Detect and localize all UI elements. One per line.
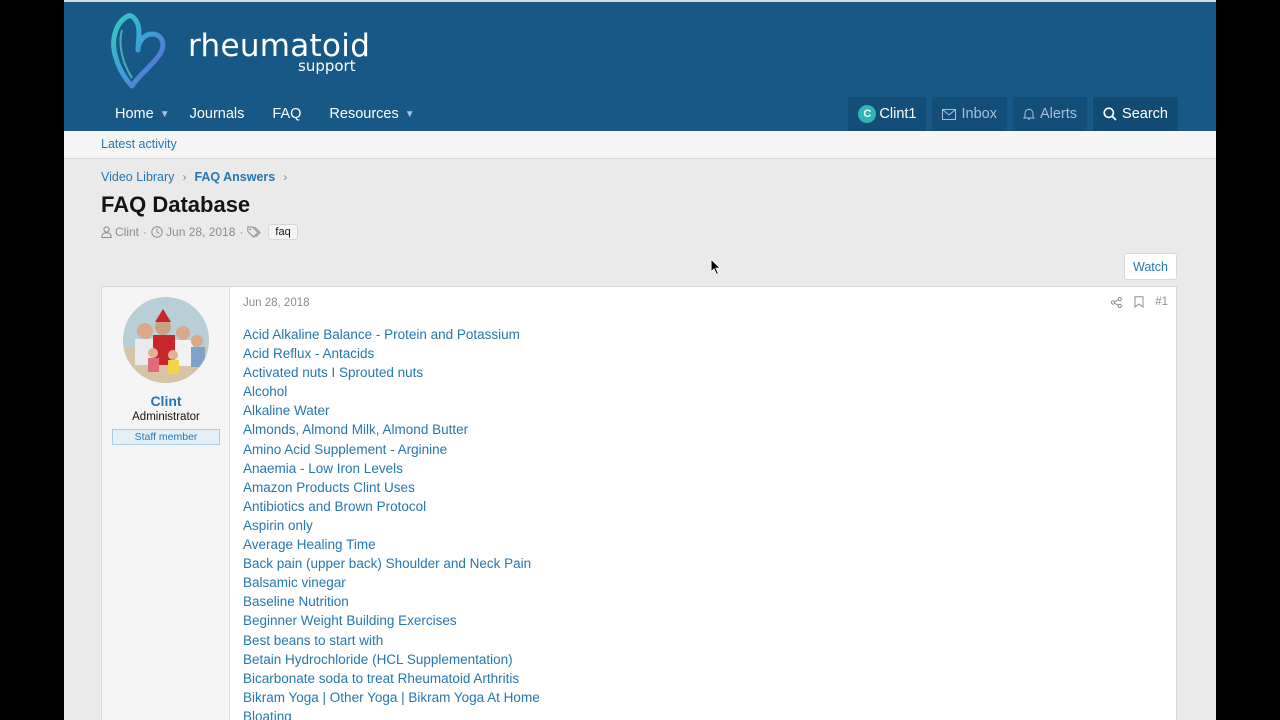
user-name[interactable]: Clint bbox=[102, 393, 230, 409]
account-username: Clint1 bbox=[879, 106, 917, 122]
tags-icon bbox=[247, 226, 262, 238]
meta-separator: · bbox=[239, 225, 244, 239]
faq-link[interactable]: Bikram Yoga | Other Yoga | Bikram Yoga A… bbox=[243, 688, 540, 707]
faq-link[interactable]: Alcohol bbox=[243, 382, 540, 401]
header-top-border bbox=[64, 0, 1216, 2]
app-window: rheumatoid support Home ▼ Journals FAQ R… bbox=[64, 0, 1216, 720]
logo-heart-icon bbox=[111, 13, 166, 89]
faq-link[interactable]: Amino Acid Supplement - Arginine bbox=[243, 440, 540, 459]
inbox-label: Inbox bbox=[961, 106, 997, 122]
nav-home-caret-icon[interactable]: ▼ bbox=[160, 109, 170, 120]
meta-separator: · bbox=[143, 225, 148, 239]
thread-meta: Clint · Jun 28, 2018 · faq bbox=[101, 224, 298, 240]
search-button[interactable]: Search bbox=[1093, 97, 1178, 131]
faq-link[interactable]: Alkaline Water bbox=[243, 401, 540, 420]
faq-link[interactable]: Amazon Products Clint Uses bbox=[243, 478, 540, 497]
post-number[interactable]: #1 bbox=[1155, 296, 1168, 308]
page-title: FAQ Database bbox=[101, 192, 251, 217]
bell-icon bbox=[1022, 108, 1035, 120]
inbox-button[interactable]: Inbox bbox=[932, 97, 1007, 131]
account-button[interactable]: C Clint1 bbox=[848, 97, 927, 131]
faq-link[interactable]: Best beans to start with bbox=[243, 631, 540, 650]
user-icon bbox=[101, 226, 112, 238]
nav-resources-caret-icon[interactable]: ▼ bbox=[405, 109, 415, 120]
faq-link[interactable]: Balsamic vinegar bbox=[243, 573, 540, 592]
search-label: Search bbox=[1122, 106, 1168, 122]
account-avatar: C bbox=[858, 105, 877, 123]
avatar-photo-icon bbox=[123, 297, 209, 383]
clock-icon bbox=[151, 226, 163, 238]
site-header: rheumatoid support Home ▼ Journals FAQ R… bbox=[64, 0, 1216, 131]
faq-link[interactable]: Back pain (upper back) Shoulder and Neck… bbox=[243, 554, 540, 573]
breadcrumb-chevron-icon: › bbox=[283, 170, 288, 184]
account-nav: C Clint1 Inbox Alerts Search bbox=[848, 97, 1178, 131]
post-actions: #1 bbox=[1099, 296, 1168, 308]
faq-link[interactable]: Bicarbonate soda to treat Rheumatoid Art… bbox=[243, 669, 540, 688]
envelope-icon bbox=[942, 108, 957, 120]
post-date[interactable]: Jun 28, 2018 bbox=[243, 297, 310, 309]
alerts-label: Alerts bbox=[1039, 106, 1078, 122]
thread-date[interactable]: Jun 28, 2018 bbox=[166, 225, 235, 239]
nav-home[interactable]: Home bbox=[101, 97, 168, 131]
thread-author[interactable]: Clint bbox=[115, 225, 139, 239]
faq-link[interactable]: Almonds, Almond Milk, Almond Butter bbox=[243, 420, 540, 439]
faq-link[interactable]: Activated nuts I Sprouted nuts bbox=[243, 363, 540, 382]
faq-link[interactable]: Beginner Weight Building Exercises bbox=[243, 611, 540, 630]
faq-link[interactable]: Average Healing Time bbox=[243, 535, 540, 554]
sub-nav: Latest activity bbox=[64, 131, 1216, 159]
faq-link[interactable]: Bloating bbox=[243, 707, 540, 720]
mouse-cursor-icon bbox=[710, 258, 722, 276]
post-article: Clint Administrator Staff member Jun 28,… bbox=[101, 286, 1177, 720]
faq-link[interactable]: Aspirin only bbox=[243, 516, 540, 535]
faq-link[interactable]: Antibiotics and Brown Protocol bbox=[243, 497, 540, 516]
breadcrumb-video-library[interactable]: Video Library bbox=[101, 170, 174, 184]
faq-link[interactable]: Acid Reflux - Antacids bbox=[243, 344, 540, 363]
share-icon[interactable] bbox=[1111, 296, 1123, 308]
nav-faq[interactable]: FAQ bbox=[258, 97, 315, 131]
user-title: Administrator bbox=[132, 411, 200, 423]
faq-link[interactable]: Betain Hydrochloride (HCL Supplementatio… bbox=[243, 650, 540, 669]
post-user-sidebar: Clint Administrator Staff member bbox=[102, 287, 230, 720]
bookmark-icon[interactable] bbox=[1134, 296, 1144, 308]
user-avatar[interactable] bbox=[123, 297, 209, 383]
faq-link[interactable]: Baseline Nutrition bbox=[243, 592, 540, 611]
nav-journals[interactable]: Journals bbox=[176, 97, 259, 131]
nav-resources[interactable]: Resources bbox=[315, 97, 412, 131]
staff-badge: Staff member bbox=[112, 429, 220, 445]
watch-button[interactable]: Watch bbox=[1124, 253, 1177, 280]
breadcrumb: Video Library › FAQ Answers › bbox=[101, 170, 295, 184]
alerts-button[interactable]: Alerts bbox=[1012, 97, 1088, 131]
main-nav: Home ▼ Journals FAQ Resources ▼ bbox=[101, 97, 421, 131]
logo-subtitle: support bbox=[298, 57, 356, 75]
faq-link[interactable]: Anaemia - Low Iron Levels bbox=[243, 459, 540, 478]
latest-activity-link[interactable]: Latest activity bbox=[101, 137, 177, 151]
faq-link[interactable]: Acid Alkaline Balance - Protein and Pota… bbox=[243, 325, 540, 344]
breadcrumb-faq-answers[interactable]: FAQ Answers bbox=[194, 170, 275, 184]
faq-link-list: Acid Alkaline Balance - Protein and Pota… bbox=[243, 325, 540, 720]
site-logo[interactable]: rheumatoid support bbox=[108, 10, 378, 90]
breadcrumb-chevron-icon: › bbox=[182, 170, 187, 184]
search-icon bbox=[1103, 107, 1117, 121]
thread-tag[interactable]: faq bbox=[268, 224, 298, 240]
